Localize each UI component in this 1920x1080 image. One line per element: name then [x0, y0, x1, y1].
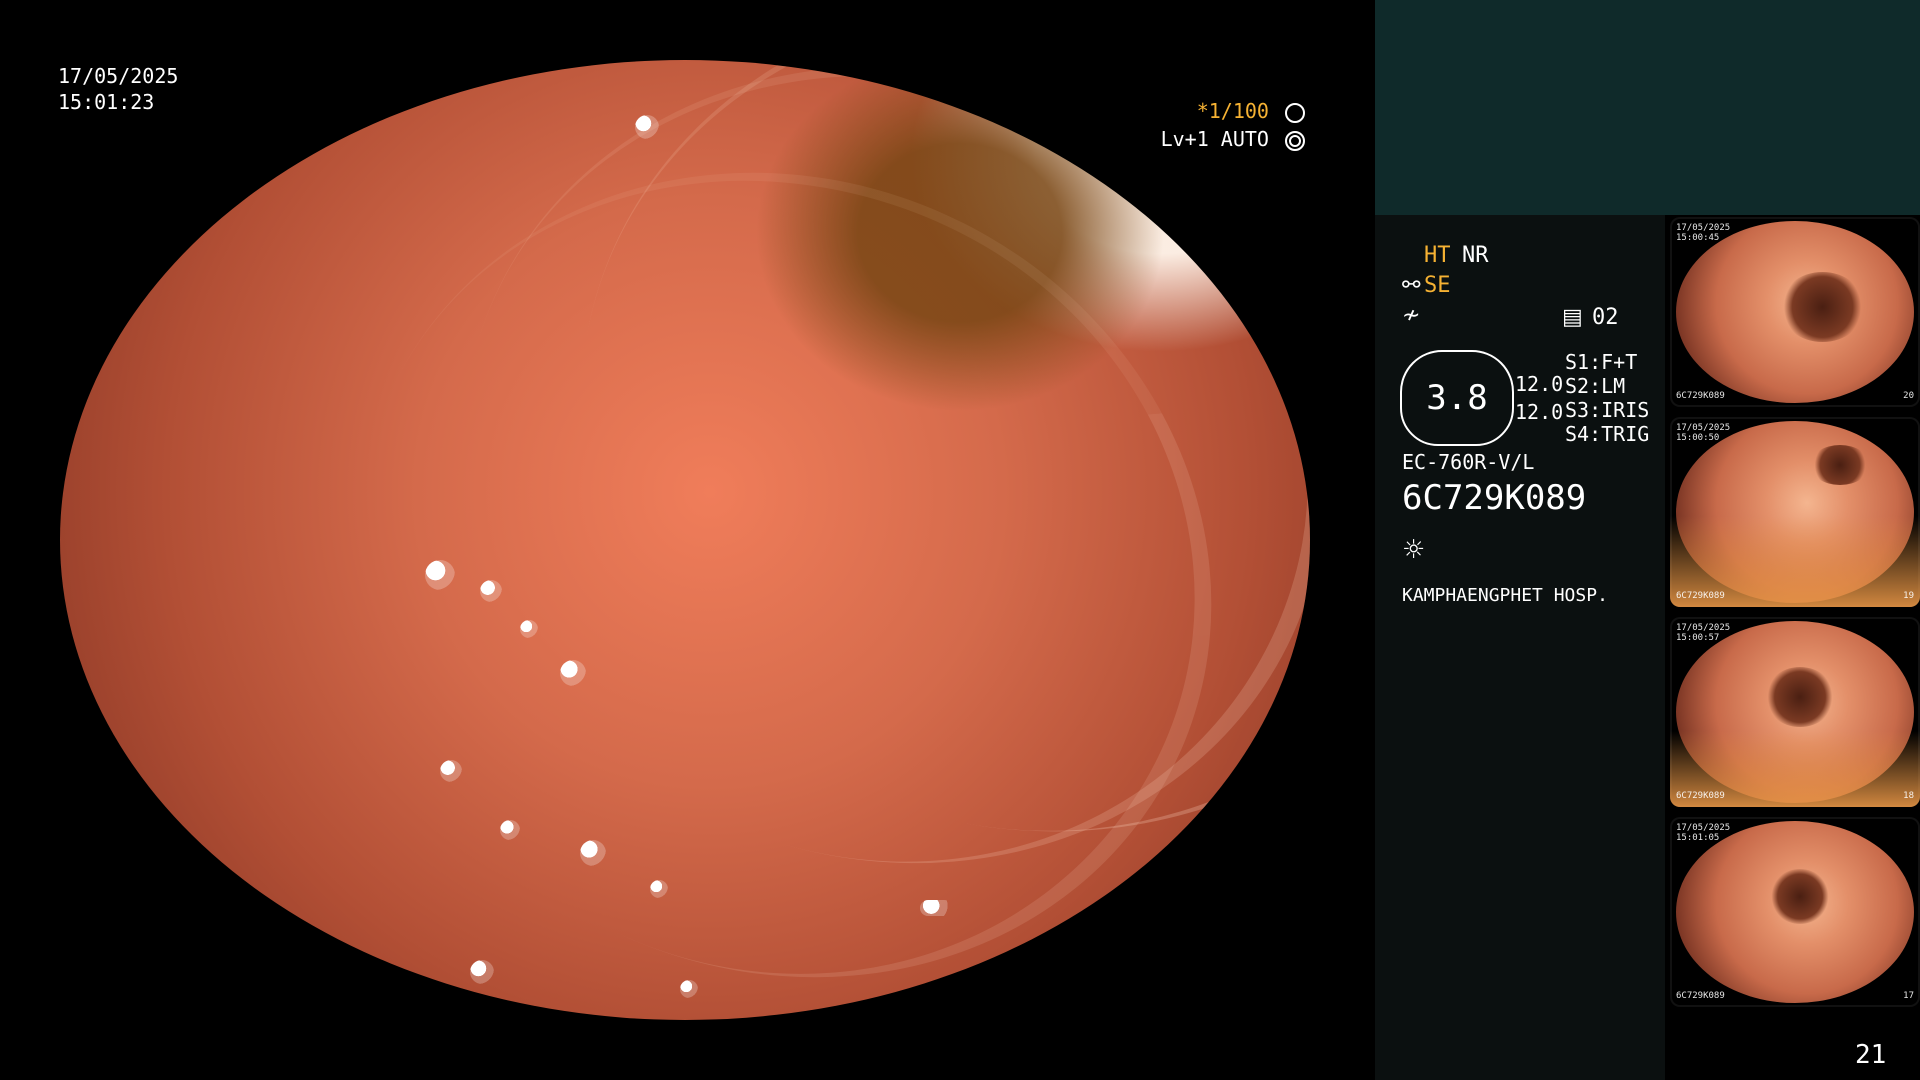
value-b: 12.0 [1515, 400, 1564, 424]
thumb-time: 17/05/2025 15:00:50 [1676, 423, 1730, 443]
thumb-time-text: 17/05/2025 15:00:50 [1676, 423, 1731, 443]
sun-icon: ☼ [1402, 535, 1426, 565]
setting-value: LM [1601, 374, 1626, 398]
thumb-index-text: 19 [1903, 591, 1914, 601]
setting-value: F+T [1601, 350, 1638, 374]
hospital-name: KAMPHAENGPHET HOSP. [1402, 585, 1608, 606]
record-icon: ▤ [1562, 305, 1583, 330]
ht-label: HT [1424, 243, 1451, 268]
thumb-index: 18 [1903, 791, 1914, 801]
lumen [1765, 667, 1835, 727]
value-a: 12.0 [1515, 372, 1564, 396]
setting-key: S3: [1565, 398, 1602, 422]
time: 15:01:23 [58, 90, 155, 114]
thumb-index: 19 [1903, 591, 1914, 601]
thumb-time: 17/05/2025 15:00:57 [1676, 623, 1730, 643]
lumen [1780, 272, 1865, 342]
setting-value: TRIG [1601, 422, 1650, 446]
setting-row-4: S4:TRIG [1565, 422, 1649, 446]
level-mode-text: Lv+1 AUTO [1160, 127, 1269, 151]
level-mode: Lv+1 AUTO [1140, 126, 1305, 152]
lumen [1810, 445, 1870, 485]
thumbnail-2[interactable]: 17/05/2025 15:00:50 6C729K089 19 [1670, 417, 1920, 607]
shutter-text: *1/100 [1196, 99, 1269, 123]
thumb-serial: 6C729K089 [1676, 391, 1725, 401]
setting-key: S1: [1565, 350, 1602, 374]
endoscope-image [60, 60, 1310, 1020]
thumb-time-text: 17/05/2025 15:00:57 [1676, 623, 1731, 643]
thumbnail-3[interactable]: 17/05/2025 15:00:57 6C729K089 18 [1670, 617, 1920, 807]
se-label: SE [1424, 273, 1451, 298]
scope-badge: 3.8 [1400, 350, 1514, 446]
thumb-time-text: 17/05/2025 15:00:45 [1676, 223, 1731, 243]
thumb-serial-text: 6C729K089 [1676, 791, 1725, 801]
thumbnail-4[interactable]: 17/05/2025 15:01:05 6C729K089 17 [1670, 817, 1920, 1007]
thumb-index-text: 18 [1903, 791, 1914, 801]
settings-list: S1:F+T S2:LM S3:IRIS S4:TRIG [1565, 350, 1649, 446]
info-panel [1375, 215, 1665, 1080]
thumb-serial-text: 6C729K089 [1676, 591, 1725, 601]
scope-model: EC-760R-V/L [1402, 450, 1535, 474]
setting-key: S2: [1565, 374, 1602, 398]
shutter-speed: *1/100 [1140, 98, 1305, 124]
thumb-index: 17 [1903, 991, 1914, 1001]
setting-row-3: S3:IRIS [1565, 398, 1649, 422]
page-number: 21 [1855, 1040, 1887, 1070]
lamp-icon-small: ⚯ [1402, 273, 1421, 298]
page-code: 02 [1592, 305, 1619, 330]
nr-label: NR [1462, 243, 1489, 268]
scope-value: 3.8 [1426, 378, 1488, 418]
thumb-index-text: 20 [1903, 391, 1914, 401]
lumen [1770, 869, 1830, 924]
thumb-serial-text: 6C729K089 [1676, 391, 1725, 401]
scope-serial: 6C729K089 [1402, 478, 1587, 518]
setting-row-1: S1:F+T [1565, 350, 1649, 374]
thumb-serial-text: 6C729K089 [1676, 991, 1725, 1001]
setting-value: IRIS [1601, 398, 1650, 422]
thumb-index: 20 [1903, 391, 1914, 401]
thumb-time-text: 17/05/2025 15:01:05 [1676, 823, 1731, 843]
setting-key: S4: [1565, 422, 1602, 446]
thumb-serial: 6C729K089 [1676, 591, 1725, 601]
signal-icon: ≁ [1402, 303, 1421, 328]
right-header [1375, 0, 1920, 215]
date: 17/05/2025 [58, 64, 179, 88]
thumb-time: 17/05/2025 15:00:45 [1676, 223, 1730, 243]
lamp-icon [1285, 130, 1305, 151]
aperture-icon [1285, 102, 1305, 123]
thumb-time: 17/05/2025 15:01:05 [1676, 823, 1730, 843]
thumbnail-1[interactable]: 17/05/2025 15:00:45 6C729K089 20 [1670, 217, 1920, 407]
thumb-index-text: 17 [1903, 991, 1914, 1001]
setting-row-2: S2:LM [1565, 374, 1649, 398]
thumb-serial: 6C729K089 [1676, 791, 1725, 801]
thumb-serial: 6C729K089 [1676, 991, 1725, 1001]
